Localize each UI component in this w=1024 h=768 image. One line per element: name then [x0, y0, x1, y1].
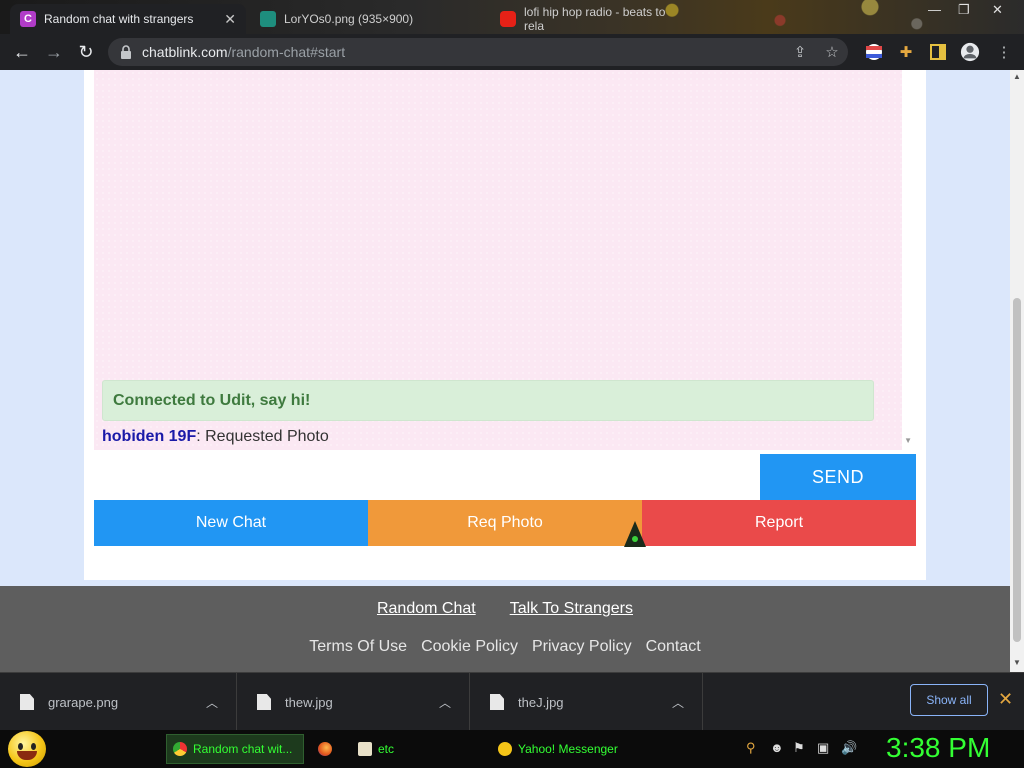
message-separator: :: [196, 428, 206, 445]
firefox-icon: [318, 742, 332, 756]
chrome-icon: [173, 742, 187, 756]
site-footer: Random Chat Talk To Strangers Terms Of U…: [0, 586, 1010, 672]
window-close-icon[interactable]: ✕: [992, 2, 1003, 18]
system-message-text: Connected to Udit, say hi!: [113, 391, 311, 409]
scroll-down-icon[interactable]: ▼: [1013, 658, 1021, 667]
page-content: ▼ Connected to Udit, say hi! hobiden 19F…: [0, 70, 1010, 672]
profile-avatar-icon[interactable]: [960, 42, 980, 62]
task-firefox[interactable]: [312, 734, 346, 764]
task-label: Yahoo! Messenger: [518, 742, 618, 756]
req-photo-button[interactable]: Req Photo: [368, 500, 642, 546]
extensions-puzzle-icon[interactable]: ✚: [896, 42, 916, 62]
show-all-downloads-button[interactable]: Show all: [910, 684, 988, 716]
report-button[interactable]: Report: [642, 500, 916, 546]
reload-icon[interactable]: ↻: [70, 36, 102, 68]
url-path: /random-chat#start: [227, 44, 346, 60]
action-center-flag-icon[interactable]: ⚑: [793, 740, 805, 756]
footer-primary-links: Random Chat Talk To Strangers: [0, 600, 1010, 618]
message-text: Requested Photo: [205, 428, 329, 445]
download-item[interactable]: theJ.jpg ︿: [470, 673, 703, 731]
footer-link-cookie-policy[interactable]: Cookie Policy: [421, 638, 518, 656]
search-icon[interactable]: ⚲: [746, 740, 756, 756]
system-message: Connected to Udit, say hi!: [102, 380, 874, 421]
image-favicon-icon: [260, 11, 276, 27]
send-button[interactable]: SEND: [760, 454, 916, 500]
task-label: Random chat wit...: [193, 742, 293, 756]
chatblink-favicon-icon: C: [20, 11, 36, 27]
youtube-favicon-icon: [500, 11, 516, 27]
browser-toolbar: ← → ↻ chatblink.com/random-chat#start ⇪ …: [0, 34, 1024, 70]
footer-link-random-chat[interactable]: Random Chat: [377, 600, 476, 618]
downloads-bar: grarape.png ︿ thew.jpg ︿ theJ.jpg ︿ Show…: [0, 672, 1024, 731]
page-scrollbar[interactable]: ▲ ▼: [1010, 70, 1024, 672]
folder-icon: [358, 742, 372, 756]
chat-log-scroll-down-icon[interactable]: ▼: [904, 436, 912, 445]
scrollbar-thumb[interactable]: [1013, 298, 1021, 642]
lock-icon: [120, 45, 132, 59]
vpn-flag-icon[interactable]: [864, 42, 884, 62]
footer-link-talk-to-strangers[interactable]: Talk To Strangers: [510, 600, 633, 618]
bookmark-star-icon[interactable]: ☆: [822, 42, 842, 62]
yahoo-messenger-icon: [498, 742, 512, 756]
footer-link-contact[interactable]: Contact: [646, 638, 701, 656]
minimize-icon[interactable]: —: [928, 2, 941, 17]
mouse-cursor-icon: [624, 521, 646, 547]
file-icon: [257, 694, 271, 710]
download-filename: theJ.jpg: [518, 694, 564, 710]
task-yahoo-messenger[interactable]: Yahoo! Messenger: [492, 734, 632, 764]
task-etc-folder[interactable]: etc: [352, 734, 482, 764]
share-icon[interactable]: ⇪: [790, 42, 810, 62]
network-icon[interactable]: ▣: [817, 740, 829, 756]
close-tab-icon[interactable]: ✕: [224, 11, 236, 28]
sender-nick[interactable]: hobiden 19F: [102, 428, 196, 445]
download-filename: thew.jpg: [285, 694, 333, 710]
task-chrome[interactable]: Random chat wit...: [166, 734, 304, 764]
url-host: chatblink.com: [142, 44, 228, 60]
start-smiley-icon[interactable]: [8, 731, 46, 767]
scroll-up-icon[interactable]: ▲: [1013, 72, 1021, 81]
chevron-up-icon[interactable]: ︿: [206, 694, 218, 711]
chevron-up-icon[interactable]: ︿: [672, 694, 684, 711]
download-filename: grarape.png: [48, 694, 119, 710]
chat-message: hobiden 19F: Requested Photo: [102, 428, 329, 446]
footer-link-privacy-policy[interactable]: Privacy Policy: [532, 638, 632, 656]
tab-title: lofi hip hop radio - beats to rela: [524, 5, 666, 33]
footer-secondary-links: Terms Of Use Cookie Policy Privacy Polic…: [0, 638, 1010, 656]
tab-strip: C Random chat with strangers ✕ LorYOs0.p…: [0, 0, 1024, 34]
screen: C Random chat with strangers ✕ LorYOs0.p…: [0, 0, 1024, 768]
os-taskbar: Random chat wit... etc Yahoo! Messenger …: [0, 730, 1024, 768]
tab-random-chat[interactable]: C Random chat with strangers ✕: [10, 4, 246, 34]
message-input[interactable]: [94, 454, 760, 500]
restore-icon[interactable]: ❐: [958, 2, 970, 18]
tab-title: Random chat with strangers: [44, 12, 194, 26]
side-panel-icon[interactable]: [928, 42, 948, 62]
forward-icon[interactable]: →: [38, 36, 70, 68]
action-bar: New Chat Req Photo Report: [94, 500, 916, 546]
menu-kebab-icon[interactable]: ⋮: [994, 42, 1014, 62]
back-icon[interactable]: ←: [6, 36, 38, 68]
file-icon: [20, 694, 34, 710]
tab-youtube[interactable]: lofi hip hop radio - beats to rela: [490, 4, 690, 34]
system-clock[interactable]: 3:38 PM: [886, 732, 990, 764]
address-bar[interactable]: chatblink.com/random-chat#start ⇪ ☆: [108, 38, 848, 66]
footer-link-terms[interactable]: Terms Of Use: [309, 638, 407, 656]
tab-title: LorYOs0.png (935×900): [284, 12, 414, 26]
download-item[interactable]: grarape.png ︿: [0, 673, 237, 731]
close-downloads-icon[interactable]: ✕: [998, 689, 1013, 710]
new-chat-button[interactable]: New Chat: [94, 500, 368, 546]
file-icon: [490, 694, 504, 710]
messenger-tray-icon[interactable]: ☻: [770, 740, 784, 755]
tab-image[interactable]: LorYOs0.png (935×900): [250, 4, 486, 34]
task-label: etc: [378, 742, 395, 756]
volume-icon[interactable]: 🔊: [841, 740, 857, 756]
chevron-up-icon[interactable]: ︿: [439, 694, 451, 711]
chat-card: ▼ Connected to Udit, say hi! hobiden 19F…: [84, 70, 926, 580]
download-item[interactable]: thew.jpg ︿: [237, 673, 470, 731]
